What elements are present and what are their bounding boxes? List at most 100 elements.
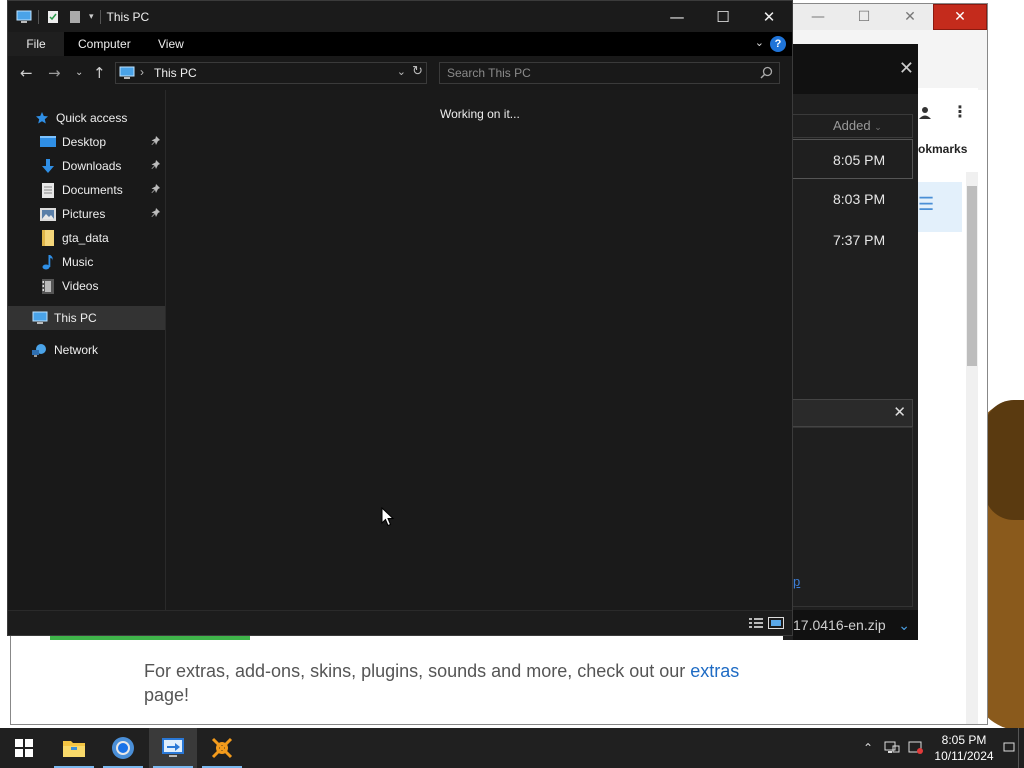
show-desktop-button[interactable] bbox=[1018, 728, 1024, 768]
navigation-pane: Quick access Desktop Downloads Documents… bbox=[8, 90, 165, 610]
this-pc-icon bbox=[16, 10, 32, 23]
download-time: 7:37 PM bbox=[833, 232, 886, 248]
download-row[interactable]: 7:37 PM bbox=[793, 220, 913, 260]
download-time: 8:03 PM bbox=[833, 191, 886, 207]
nav-item-network[interactable]: Network bbox=[8, 338, 165, 362]
large-icons-view-icon[interactable] bbox=[768, 617, 784, 629]
download-link[interactable]: p bbox=[793, 574, 800, 589]
pin-icon[interactable] bbox=[150, 159, 162, 171]
address-bar[interactable]: › This PC ⌄ ↻ bbox=[115, 62, 427, 84]
show-hidden-icons-icon[interactable]: ⌃ bbox=[856, 728, 880, 768]
downloads-bar: ✕ bbox=[793, 399, 913, 427]
nav-item-desktop[interactable]: Desktop bbox=[8, 130, 165, 154]
user-icon[interactable] bbox=[918, 106, 932, 120]
minimize-button[interactable]: — bbox=[654, 1, 700, 32]
new-folder-icon[interactable] bbox=[67, 10, 83, 24]
nav-item-videos[interactable]: Videos bbox=[8, 274, 165, 298]
remote-desktop-icon bbox=[162, 738, 184, 757]
network-icon bbox=[32, 342, 48, 358]
page-extras-text: For extras, add-ons, skins, plugins, sou… bbox=[144, 659, 844, 707]
chevron-down-icon[interactable]: ⌄ bbox=[898, 610, 910, 640]
orange-app-icon bbox=[211, 737, 233, 759]
videos-icon bbox=[40, 278, 56, 294]
nav-item-music[interactable]: Music bbox=[8, 250, 165, 274]
nav-item-documents[interactable]: Documents bbox=[8, 178, 165, 202]
page-text-part: For extras, add-ons, skins, plugins, sou… bbox=[144, 661, 691, 681]
star-icon bbox=[34, 110, 50, 126]
notifications-icon[interactable] bbox=[1000, 728, 1018, 768]
search-icon[interactable] bbox=[760, 66, 773, 79]
download-time: 8:05 PM bbox=[833, 152, 886, 168]
column-header-added[interactable]: Added ⌄ bbox=[793, 114, 913, 138]
download-file-name: 17.0416-en.zip bbox=[793, 617, 886, 633]
volume-muted-icon[interactable] bbox=[904, 728, 928, 768]
close-button[interactable]: ✕ bbox=[746, 1, 792, 32]
nav-item-gta-data[interactable]: gta_data bbox=[8, 226, 165, 250]
start-button[interactable] bbox=[0, 728, 48, 768]
browser-maximize-button[interactable]: ☐ bbox=[841, 4, 887, 30]
help-icon[interactable]: ? bbox=[770, 36, 786, 52]
taskbar-chrome[interactable] bbox=[99, 728, 147, 768]
address-dropdown-icon[interactable]: ⌄ bbox=[397, 65, 406, 78]
nav-label: Desktop bbox=[62, 135, 107, 149]
scrollbar[interactable] bbox=[966, 172, 978, 724]
folder-icon bbox=[40, 230, 56, 246]
nav-label: Videos bbox=[62, 279, 99, 293]
customize-toolbar-icon[interactable]: ▾ bbox=[89, 12, 94, 22]
back-arrow-icon[interactable]: ← bbox=[20, 64, 33, 82]
breadcrumb-chevron-icon[interactable]: › bbox=[140, 65, 144, 79]
column-header-label: Added bbox=[833, 118, 871, 133]
nav-item-this-pc[interactable]: This PC bbox=[8, 306, 165, 330]
up-arrow-icon[interactable]: ↑ bbox=[93, 64, 106, 82]
properties-icon[interactable] bbox=[45, 10, 61, 24]
browser-side-pane: ⋮ okmarks ☰ bbox=[918, 88, 978, 724]
taskbar-remote-desktop[interactable] bbox=[149, 728, 197, 768]
nav-label: Quick access bbox=[56, 111, 128, 125]
network-icon[interactable] bbox=[880, 728, 904, 768]
scrollbar-thumb[interactable] bbox=[967, 186, 977, 366]
nav-item-downloads[interactable]: Downloads bbox=[8, 154, 165, 178]
system-tray: ⌃ 8:05 PM 10/11/2024 bbox=[856, 728, 1024, 768]
download-file-bar[interactable]: 17.0416-en.zip ⌄ bbox=[793, 610, 918, 640]
downloads-panel-header: ✕ bbox=[783, 44, 918, 94]
extras-link[interactable]: extras bbox=[690, 661, 739, 681]
nav-label: gta_data bbox=[62, 231, 109, 245]
search-input[interactable] bbox=[440, 63, 740, 83]
more-options-icon[interactable]: ⋮ bbox=[952, 102, 968, 121]
tab-file[interactable]: File bbox=[8, 32, 64, 56]
clock-time: 8:05 PM bbox=[941, 733, 987, 747]
refresh-icon[interactable]: ↻ bbox=[412, 64, 423, 79]
breadcrumb[interactable]: This PC bbox=[154, 66, 197, 80]
window-title: This PC bbox=[106, 9, 150, 24]
side-card[interactable]: ☰ bbox=[918, 182, 962, 232]
details-view-icon[interactable] bbox=[748, 617, 764, 629]
browser-blank-button[interactable]: ✕ bbox=[887, 4, 933, 30]
close-icon[interactable]: ✕ bbox=[899, 58, 914, 79]
recent-locations-icon[interactable]: ⌄ bbox=[75, 67, 83, 78]
download-row[interactable]: 8:05 PM bbox=[793, 139, 913, 179]
nav-quick-access[interactable]: Quick access bbox=[8, 106, 165, 130]
nav-label: Pictures bbox=[62, 207, 106, 221]
clock[interactable]: 8:05 PM 10/11/2024 bbox=[928, 728, 1000, 768]
search-box[interactable] bbox=[439, 62, 780, 84]
browser-close-button[interactable]: ✕ bbox=[933, 4, 987, 30]
navigation-bar: ← → ⌄ ↑ › This PC ⌄ ↻ bbox=[8, 56, 792, 90]
nav-item-pictures[interactable]: Pictures bbox=[8, 202, 165, 226]
pin-icon[interactable] bbox=[150, 135, 162, 147]
maximize-button[interactable]: ☐ bbox=[700, 1, 746, 32]
content-pane[interactable]: Working on it... bbox=[166, 90, 792, 610]
browser-minimize-button[interactable]: — bbox=[795, 4, 841, 30]
forward-arrow-icon[interactable]: → bbox=[48, 64, 61, 82]
downloads-panel: ✕ Added ⌄ 8:05 PM 8:03 PM 7:37 PM ✕ p 17… bbox=[783, 44, 918, 640]
tab-view[interactable]: View bbox=[144, 32, 198, 56]
pin-icon[interactable] bbox=[150, 207, 162, 219]
taskbar-file-explorer[interactable] bbox=[50, 728, 98, 768]
tab-computer[interactable]: Computer bbox=[64, 32, 145, 56]
taskbar-orange-app[interactable] bbox=[198, 728, 246, 768]
download-row[interactable]: 8:03 PM bbox=[793, 179, 913, 219]
close-icon[interactable]: ✕ bbox=[893, 403, 906, 421]
explorer-body: Quick access Desktop Downloads Documents… bbox=[8, 90, 792, 610]
expand-ribbon-icon[interactable]: ⌄ bbox=[755, 36, 764, 49]
loading-message: Working on it... bbox=[440, 107, 520, 121]
pin-icon[interactable] bbox=[150, 183, 162, 195]
